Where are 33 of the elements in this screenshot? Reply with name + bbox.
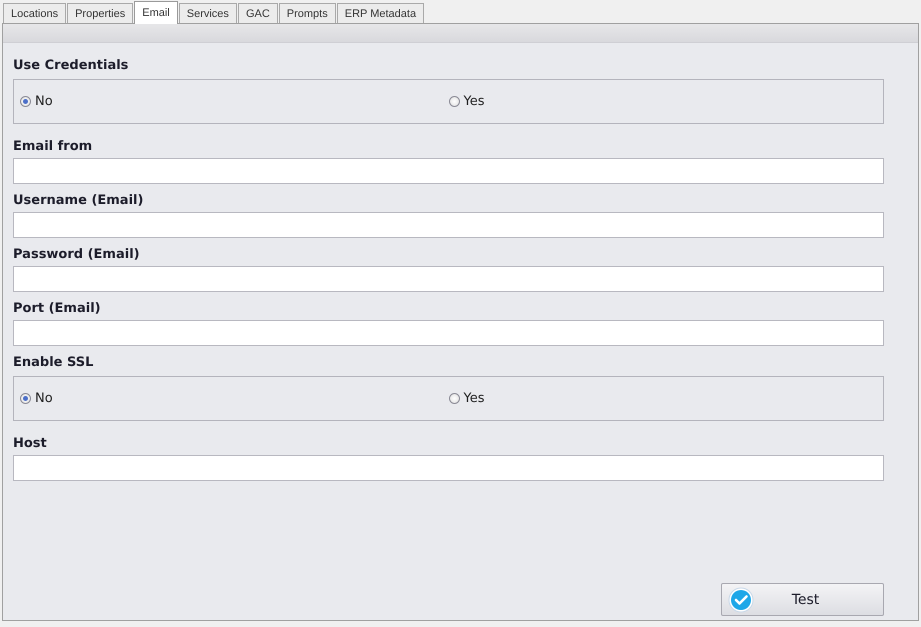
radio-button[interactable] xyxy=(448,393,460,404)
input-field[interactable] xyxy=(13,158,884,184)
tab[interactable]: ERP Metadata xyxy=(336,3,424,23)
input-field[interactable] xyxy=(13,212,884,238)
test-button[interactable]: Test xyxy=(721,583,884,616)
option-label: Yes xyxy=(464,94,484,109)
field-label: Host xyxy=(13,435,47,453)
option-label: Yes xyxy=(464,391,484,406)
radio-button[interactable] xyxy=(20,96,31,107)
input-field[interactable] xyxy=(13,320,884,346)
radio-option[interactable]: Yes xyxy=(448,391,484,406)
radio-option[interactable]: No xyxy=(20,94,53,109)
checkmark-icon xyxy=(728,586,754,612)
tab[interactable]: Services xyxy=(178,3,237,23)
tab[interactable]: Prompts xyxy=(278,3,336,23)
tab[interactable]: Locations xyxy=(3,3,66,23)
option-label: No xyxy=(35,94,53,109)
tab[interactable]: Properties xyxy=(67,3,134,23)
field-label: Email from xyxy=(13,138,92,156)
radio-option[interactable]: No xyxy=(20,391,53,406)
group-label: Use Credentials xyxy=(13,57,128,75)
input-field[interactable] xyxy=(13,455,884,481)
field-label: Port (Email) xyxy=(13,300,101,318)
input-field[interactable] xyxy=(13,266,884,292)
option-label: No xyxy=(35,391,53,406)
tab[interactable]: Email xyxy=(134,1,178,24)
field-label: Username (Email) xyxy=(13,192,144,210)
group-label: Enable SSL xyxy=(13,354,94,372)
field-label: Password (Email) xyxy=(13,246,140,264)
radio-button[interactable] xyxy=(448,96,460,107)
radio-option[interactable]: Yes xyxy=(448,94,484,109)
tab[interactable]: GAC xyxy=(238,3,278,23)
radio-button[interactable] xyxy=(20,393,31,404)
